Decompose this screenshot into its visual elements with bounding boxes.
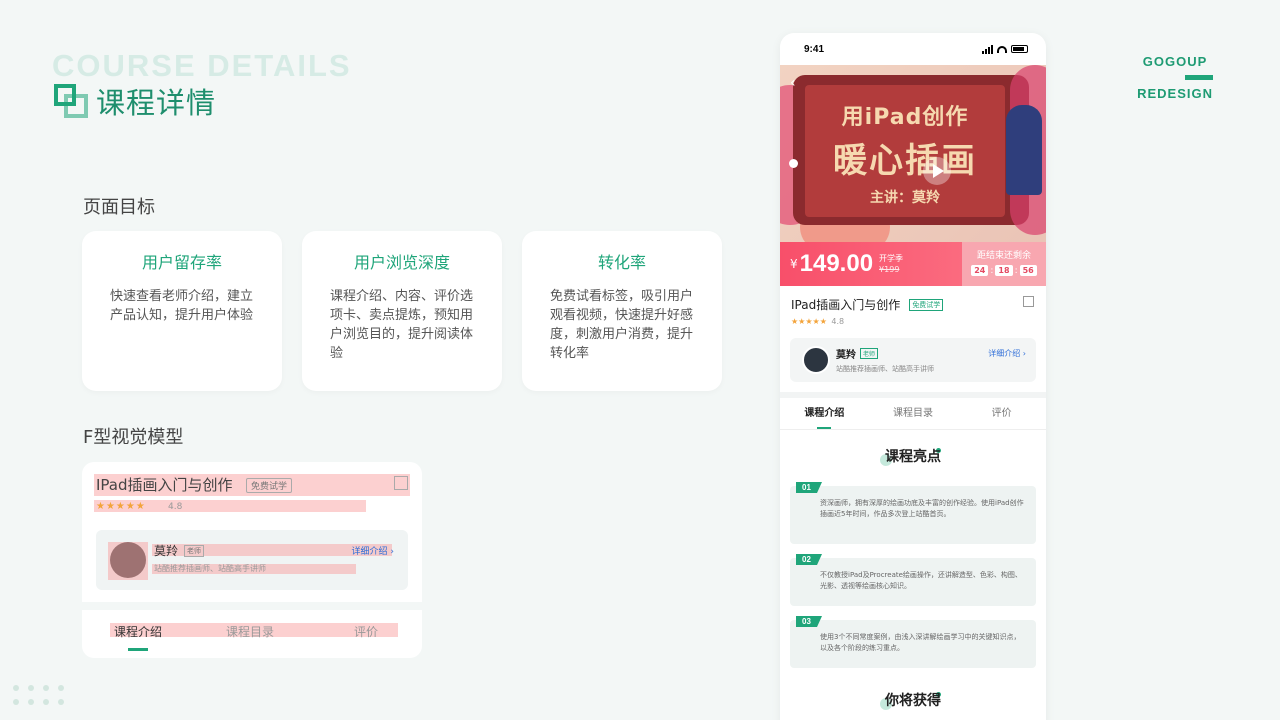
battery-icon [1011, 45, 1028, 53]
english-title: COURSE DETAILS [52, 48, 352, 83]
countdown-seconds: 56 [1019, 265, 1037, 276]
star-rating-icon: ★★★★★ [96, 501, 146, 512]
teacher-detail-link[interactable]: 详细介绍 › [988, 348, 1026, 359]
goal-title: 转化率 [597, 253, 646, 272]
rating-value: 4.8 [831, 317, 845, 326]
share-icon [394, 476, 408, 490]
squares-logo-icon [52, 82, 90, 120]
fm-rating: 4.8 [168, 502, 183, 512]
countdown-timer: 24 : 18 : 56 [962, 265, 1046, 276]
f-model-tabs: 课程介绍 课程目录 评价 [82, 610, 422, 658]
promo-label: 开学季 [879, 254, 904, 263]
fmodel-label: F型视觉模型 [83, 427, 184, 448]
highlights-section: 课程亮点 01 资深画师，拥有深厚的绘画功底及丰富的创作经验。使用iPad创作插… [780, 430, 1046, 710]
fm-tab-intro: 课程介绍 [114, 625, 163, 639]
banner-line1: 用iPad创作 [841, 105, 969, 130]
chinese-title: 课程详情 [96, 86, 217, 120]
original-price: ¥199 [879, 265, 900, 274]
tab-underline [817, 427, 831, 429]
status-icons [982, 44, 1028, 54]
countdown-label: 距结束还剩余 [976, 251, 1031, 261]
brand-bottom: REDESIGN [1137, 86, 1213, 101]
price-value: 149.00 [799, 250, 874, 277]
fm-tab-catalog: 课程目录 [226, 625, 275, 639]
fm-tab-review: 评价 [354, 625, 379, 639]
price-bar: ¥ 149.00 开学季 ¥199 距结束还剩余 24 : 18 : 56 [780, 242, 1046, 286]
brand-top: GOGOUP [1142, 54, 1208, 69]
goal-desc: 免费试看标签，吸引用户观看视频，快速提升好感度，刺激用户消费，提升转化率 [550, 289, 694, 361]
goal-title: 用户留存率 [141, 253, 222, 272]
back-arrow-icon[interactable]: ‹ [790, 75, 796, 91]
ipad-camera-dot [789, 159, 798, 168]
share-icon[interactable] [1023, 296, 1034, 307]
goals-cards: 用户留存率 快速查看老师介绍，建立产品认知，提升用户体验 用户浏览深度 课程介绍… [82, 231, 722, 391]
star-rating-icon: ★★★★★ [791, 317, 827, 326]
fm-teacher-card: 莫羚 老师 站酷推荐插画师、站酷高手讲师 详细介绍 › [96, 530, 408, 590]
fm-course-title: IPad插画入门与创作 [96, 476, 233, 494]
countdown-minutes: 18 [995, 265, 1013, 276]
teacher-desc: 站酷推荐插画师、站酷高手讲师 [836, 365, 934, 373]
highlight-item: 02 不仅教授iPad及Procreate绘画操作，还讲解造型、色彩、构图、光影… [790, 554, 1036, 606]
goal-desc: 课程介绍、内容、评价选项卡、卖点提炼，预知用户浏览目的，提升阅读体验 [330, 289, 474, 361]
course-banner[interactable]: 用iPad创作 暖心插画 主讲：莫羚 ‹ [780, 65, 1046, 242]
highlight-item: 03 使用3个不同常度案例，由浅入深讲解绘画学习中的关键知识点，以及各个阶段的练… [790, 616, 1036, 668]
f-model-top: IPad插画入门与创作 免费试学 ★★★★★ 4.8 莫羚 老师 站酷推荐插画师… [82, 462, 422, 602]
course-title: IPad插画入门与创作 [791, 298, 901, 312]
decorative-dots [13, 685, 64, 705]
brand-bar [1185, 75, 1213, 80]
course-info: IPad插画入门与创作 免费试学 ★★★★★ 4.8 [780, 286, 1046, 328]
countdown-panel: 距结束还剩余 24 : 18 : 56 [962, 242, 1046, 286]
tab-catalog[interactable]: 课程目录 [869, 398, 958, 429]
section-heading: 课程亮点 [780, 446, 1046, 466]
fm-teacher-name: 莫羚 [154, 544, 179, 558]
teacher-tag: 老师 [860, 348, 879, 359]
goal-card-depth: 用户浏览深度 课程介绍、内容、评价选项卡、卖点提炼，预知用户浏览目的，提升阅读体… [302, 231, 502, 391]
highlight-text: 资深画师，拥有深厚的绘画功底及丰富的创作经验。使用iPad创作插画近5年时间，作… [820, 499, 1024, 518]
brand-mark: GOGOUP REDESIGN [1137, 54, 1213, 101]
chinese-title-row: 课程详情 [52, 80, 352, 122]
fm-teacher-desc: 站酷推荐插画师、站酷高手讲师 [154, 564, 266, 573]
section-heading: 你将获得 [780, 690, 1046, 710]
fm-tab-underline [128, 648, 148, 651]
status-time: 9:41 [804, 43, 825, 55]
phone-mockup: 9:41 用iPad创作 暖心插画 主讲：莫羚 ‹ ¥ 149.00 开学季 ¥… [780, 33, 1046, 720]
fm-detail-link: 详细介绍 › [351, 547, 394, 557]
highlight-number: 01 [796, 482, 822, 493]
highlight-text: 不仅教授iPad及Procreate绘画操作，还讲解造型、色彩、构图、光影、透视… [820, 571, 1022, 590]
highlight-number: 02 [796, 554, 822, 565]
banner-line3: 主讲：莫羚 [870, 190, 940, 206]
illustration-figure [1006, 105, 1042, 195]
highlight-text: 使用3个不同常度案例，由浅入深讲解绘画学习中的关键知识点，以及各个阶段的练习重点… [820, 633, 1021, 652]
course-tabs: 课程介绍 课程目录 评价 [780, 398, 1046, 430]
highlight-band [108, 542, 148, 580]
goal-card-retention: 用户留存率 快速查看老师介绍，建立产品认知，提升用户体验 [82, 231, 282, 391]
highlight-number: 03 [796, 616, 822, 627]
tab-review[interactable]: 评价 [957, 398, 1046, 429]
goal-title: 用户浏览深度 [353, 253, 450, 272]
teacher-card[interactable]: 莫羚 老师 站酷推荐插画师、站酷高手讲师 详细介绍 › [790, 338, 1036, 382]
page-header: COURSE DETAILS 课程详情 [52, 50, 352, 122]
banner-line2: 暖心插画 [833, 141, 977, 181]
signal-icon [982, 44, 993, 54]
f-model-mockup: IPad插画入门与创作 免费试学 ★★★★★ 4.8 莫羚 老师 站酷推荐插画师… [82, 462, 422, 658]
fm-teacher-tag: 老师 [184, 545, 204, 557]
goal-desc: 快速查看老师介绍，建立产品认知，提升用户体验 [110, 289, 254, 323]
teacher-name: 莫羚 [836, 350, 856, 361]
avatar [802, 346, 830, 374]
highlight-item: 01 资深画师，拥有深厚的绘画功底及丰富的创作经验。使用iPad创作插画近5年时… [790, 482, 1036, 544]
play-icon[interactable] [923, 157, 951, 185]
free-trial-tag[interactable]: 免费试学 [909, 298, 944, 311]
ipad-illustration: 用iPad创作 暖心插画 主讲：莫羚 [789, 75, 1029, 225]
status-bar: 9:41 [780, 33, 1046, 65]
countdown-hours: 24 [971, 265, 989, 276]
price-currency: ¥ [790, 257, 798, 271]
tab-intro[interactable]: 课程介绍 [780, 398, 869, 429]
goals-label: 页面目标 [83, 197, 155, 218]
fm-free-tag: 免费试学 [246, 478, 293, 493]
wifi-icon [997, 45, 1007, 53]
goal-card-conversion: 转化率 免费试看标签，吸引用户观看视频，快速提升好感度，刺激用户消费，提升转化率 [522, 231, 722, 391]
